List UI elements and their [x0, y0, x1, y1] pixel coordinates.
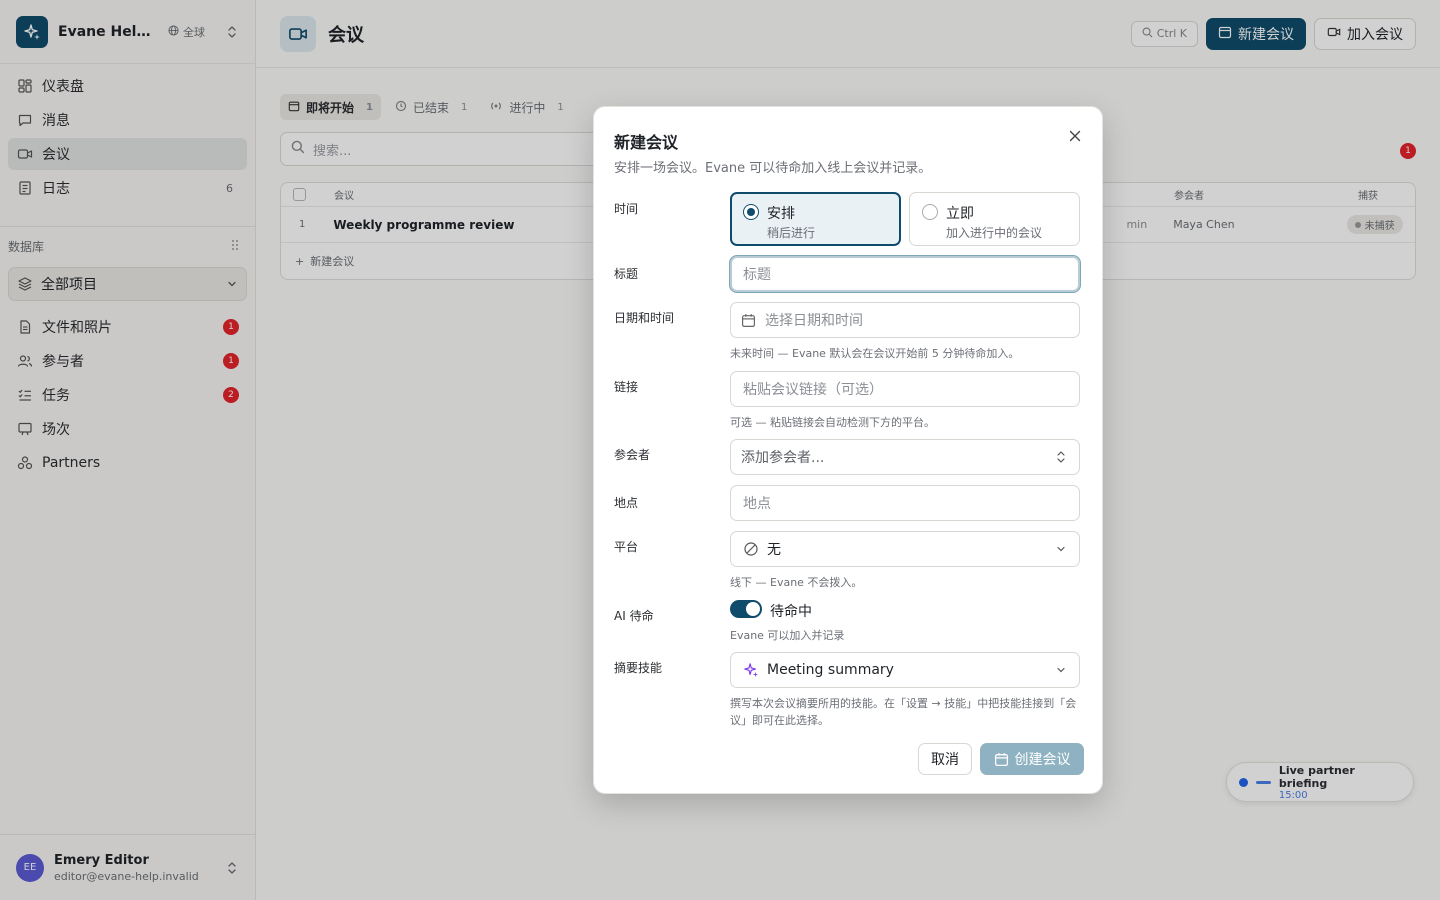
radio-selected-icon [743, 204, 759, 220]
now-option-sub: 加入进行中的会议 [946, 226, 1043, 240]
close-icon[interactable] [1066, 127, 1084, 145]
location-input[interactable]: 地点 [730, 485, 1080, 521]
calendar-plus-icon [994, 752, 1009, 767]
attendees-label: 参会者 [614, 448, 651, 462]
link-label: 链接 [614, 380, 639, 394]
skill-hint-line-1: 撰写本次会议摘要所用的技能。在「设置 → 技能」中把技能挂接到「会 [730, 697, 1077, 710]
dialog-title: 新建会议 [614, 133, 679, 152]
title-input[interactable]: 标题 [730, 256, 1080, 292]
skill-select[interactable]: Meeting summary [730, 652, 1080, 688]
new-meeting-dialog: 新建会议 安排一场会议。Evane 可以待命加入线上会议并记录。 时间 安排 稍… [593, 106, 1103, 794]
link-placeholder: 粘贴会议链接（可选） [743, 382, 883, 398]
skill-hint-line-2: 议」即可在此选择。 [730, 714, 829, 727]
schedule-option-sub: 稍后进行 [767, 226, 816, 240]
platform-value: 无 [767, 542, 781, 558]
radio-unselected-icon [922, 204, 938, 220]
ai-standby-hint: Evane 可以加入并记录 [730, 629, 845, 642]
ai-standby-toggle[interactable] [730, 600, 762, 618]
link-hint: 可选 — 粘贴链接会自动检测下方的平台。 [730, 416, 935, 429]
datetime-picker[interactable]: 选择日期和时间 [730, 302, 1080, 338]
schedule-option-label: 安排 [767, 206, 795, 222]
calendar-icon [741, 313, 756, 328]
datetime-placeholder: 选择日期和时间 [765, 313, 863, 329]
no-entry-icon [743, 541, 759, 557]
location-placeholder: 地点 [743, 496, 771, 512]
platform-select[interactable]: 无 [730, 531, 1080, 567]
ai-standby-label: AI 待命 [614, 609, 654, 623]
dialog-subtitle: 安排一场会议。Evane 可以待命加入线上会议并记录。 [614, 161, 932, 176]
platform-label: 平台 [614, 540, 639, 554]
schedule-option-text: 安排 稍后进行 [767, 203, 815, 244]
cancel-button[interactable]: 取消 [918, 743, 972, 775]
now-option-label: 立即 [946, 206, 974, 222]
schedule-option[interactable]: 安排 稍后进行 [730, 192, 901, 246]
time-label: 时间 [614, 202, 639, 216]
attendees-select[interactable]: 添加参会者... [730, 439, 1080, 475]
attendees-placeholder: 添加参会者... [741, 450, 825, 466]
now-option-text: 立即 加入进行中的会议 [946, 203, 1042, 245]
now-option[interactable]: 立即 加入进行中的会议 [909, 192, 1080, 246]
chevron-down-icon [1055, 664, 1067, 676]
datetime-label: 日期和时间 [614, 311, 675, 325]
skill-label: 摘要技能 [614, 661, 663, 675]
title-placeholder: 标题 [743, 267, 771, 283]
location-label: 地点 [614, 496, 639, 510]
platform-hint: 线下 — Evane 不会拨入。 [730, 576, 863, 589]
create-meeting-label: 创建会议 [1014, 752, 1071, 768]
sparkle-icon [743, 662, 759, 678]
chevron-down-icon [1055, 543, 1067, 555]
ai-standby-value: 待命中 [770, 604, 812, 620]
chevron-up-down-icon [1055, 450, 1067, 464]
skill-value: Meeting summary [767, 662, 894, 678]
create-meeting-button[interactable]: 创建会议 [980, 743, 1084, 775]
datetime-hint: 未来时间 — Evane 默认会在会议开始前 5 分钟待命加入。 [730, 347, 1020, 360]
link-input[interactable]: 粘贴会议链接（可选） [730, 371, 1080, 407]
title-label: 标题 [614, 267, 639, 281]
